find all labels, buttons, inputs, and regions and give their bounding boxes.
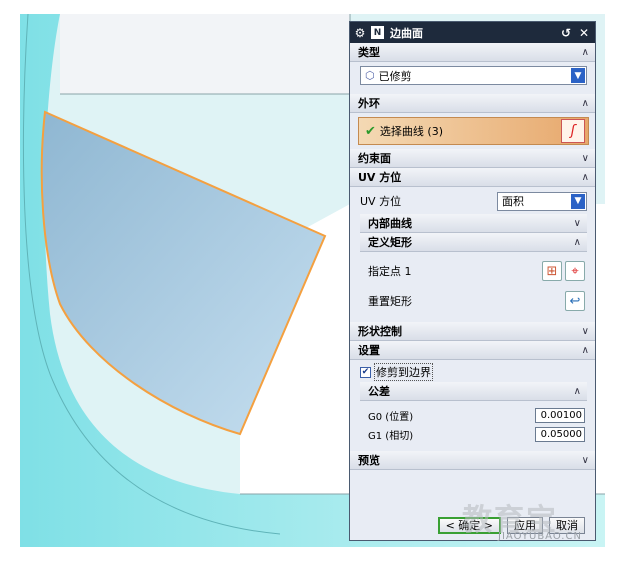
g1-input[interactable]: 0.05000 (535, 426, 585, 442)
subsection-tolerance-label: 公差 (368, 385, 390, 398)
chevron-up-icon: ∧ (581, 97, 589, 109)
chevron-up-icon: ∧ (573, 385, 581, 397)
section-outer-loop-label: 外环 (358, 97, 380, 110)
select-curves-label: 选择曲线 (3) (379, 125, 443, 138)
subsection-inner-curves-header[interactable]: 内部曲线 ∨ (360, 214, 587, 233)
uv-orientation-combo-value: 面积 (502, 195, 524, 208)
subsection-define-rect-label: 定义矩形 (368, 236, 412, 249)
top-face (60, 14, 350, 94)
subsection-tolerance-header[interactable]: 公差 ∧ (360, 382, 587, 401)
trim-to-boundary-label: 修剪到边界 (374, 363, 433, 381)
reset-rect-icon[interactable]: ↩ (565, 291, 585, 311)
chevron-up-icon: ∧ (581, 344, 589, 356)
curve-select-icon[interactable]: ʃ (561, 119, 585, 143)
gear-icon[interactable]: ⚙ (353, 26, 367, 40)
check-icon: ✔ (365, 123, 376, 139)
section-preview-header[interactable]: 预览 ∨ (350, 451, 595, 470)
point-dialog-icon[interactable]: ⊞ (542, 261, 562, 281)
section-settings-header[interactable]: 设置 ∧ (350, 341, 595, 360)
watermark-url: JIAOYUBAO.CN (498, 531, 582, 542)
chevron-down-icon: ∨ (581, 325, 589, 337)
uv-orientation-combo[interactable]: 面积 ▼ (497, 191, 587, 211)
type-combo-value: 已修剪 (378, 69, 412, 83)
dialog-title-bar[interactable]: ⚙ N 边曲面 ↺ ✕ (350, 22, 595, 43)
chevron-down-icon: ∨ (581, 454, 589, 466)
dialog-title: 边曲面 (390, 26, 423, 40)
close-icon[interactable]: ✕ (576, 25, 592, 40)
g0-label: G0 (位置) (368, 411, 414, 423)
select-curves-row[interactable]: ✔ 选择曲线 (3) ʃ (358, 117, 589, 145)
watermark: 教育宝 JIAOYUBAO.CN (462, 495, 622, 555)
dropdown-arrow-icon[interactable]: ▼ (571, 68, 585, 83)
type-combo[interactable]: ⬡ 已修剪 ▼ (360, 66, 587, 85)
section-uv-orientation-header[interactable]: UV 方位 ∧ (350, 168, 595, 187)
section-preview-label: 预览 (358, 454, 380, 467)
edge-surface-dialog: ⚙ N 边曲面 ↺ ✕ 类型 ∧ ⬡ 已修剪 ▼ 外环 ∧ ✔ 选择曲线 (3)… (349, 21, 596, 541)
chevron-up-icon: ∧ (581, 46, 589, 58)
section-shape-control-header[interactable]: 形状控制 ∨ (350, 322, 595, 341)
section-shape-control-label: 形状控制 (358, 325, 402, 338)
section-constraint-face-header[interactable]: 约束面 ∨ (350, 149, 595, 168)
subsection-inner-curves-label: 内部曲线 (368, 217, 412, 230)
section-constraint-face-label: 约束面 (358, 152, 391, 165)
section-type-header[interactable]: 类型 ∧ (350, 43, 595, 62)
reset-icon[interactable]: ↺ (558, 25, 574, 40)
uv-orientation-field-label: UV 方位 (360, 195, 402, 208)
chevron-down-icon: ∨ (581, 152, 589, 164)
g0-input[interactable]: 0.00100 (535, 407, 585, 423)
section-settings-label: 设置 (358, 344, 380, 357)
section-outer-loop-header[interactable]: 外环 ∧ (350, 94, 595, 113)
subsection-define-rect-header[interactable]: 定义矩形 ∧ (360, 233, 587, 252)
reset-rect-label: 重置矩形 (368, 295, 412, 308)
section-type-label: 类型 (358, 46, 380, 59)
trim-to-boundary-checkbox[interactable]: ✔ (360, 366, 371, 378)
chevron-up-icon: ∧ (581, 171, 589, 183)
chevron-up-icon: ∧ (573, 236, 581, 248)
crosshair-icon[interactable]: ⌖ (565, 261, 585, 281)
g1-label: G1 (相切) (368, 430, 414, 442)
section-uv-orientation-label: UV 方位 (358, 171, 402, 184)
chevron-down-icon: ∨ (573, 217, 581, 229)
trimmed-type-icon: ⬡ (365, 69, 375, 82)
n-icon: N (371, 26, 384, 39)
specify-point-label: 指定点 1 (368, 265, 412, 278)
dropdown-arrow-icon[interactable]: ▼ (571, 193, 585, 209)
